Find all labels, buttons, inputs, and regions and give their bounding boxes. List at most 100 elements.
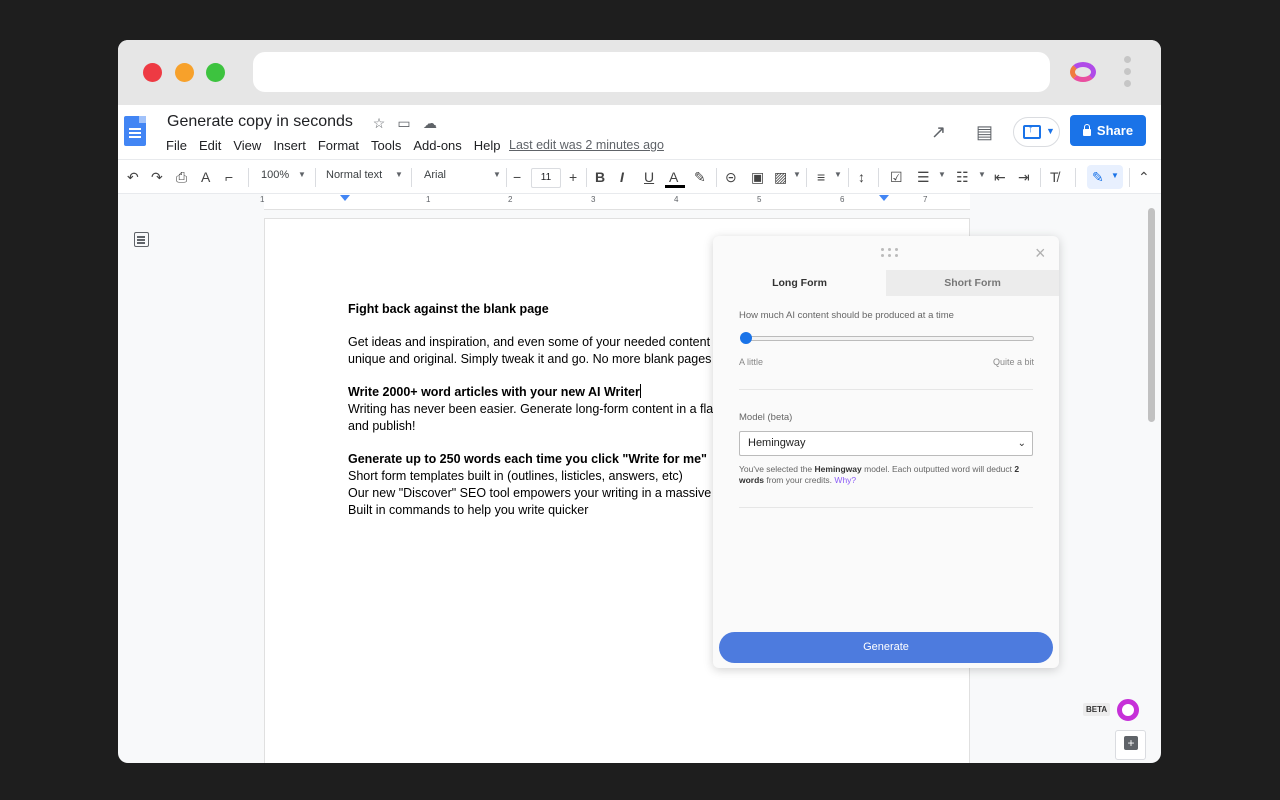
slider-label: How much AI content should be produced a… — [739, 310, 954, 321]
chevron-down-icon: ▼ — [938, 170, 946, 179]
ruler-tick: 6 — [840, 195, 845, 204]
menu-add-ons[interactable]: Add-ons — [413, 138, 467, 153]
star-icon[interactable]: ☆ — [370, 114, 388, 132]
print-icon[interactable]: ⎙ — [176, 168, 187, 186]
editing-mode-button[interactable]: ✎ ▼ — [1087, 165, 1123, 189]
cloud-status-icon[interactable]: ☁ — [421, 114, 439, 132]
ai-writer-logo-icon[interactable] — [1117, 699, 1139, 721]
decrease-font-size-icon[interactable]: − — [513, 168, 521, 186]
google-docs-logo-icon[interactable] — [124, 116, 146, 146]
chevron-down-icon: ▼ — [834, 170, 842, 179]
document-title[interactable]: Generate copy in seconds — [167, 113, 353, 131]
menu-bar: File Edit View Insert Format Tools Add-o… — [166, 138, 513, 153]
chevron-down-icon: ▼ — [395, 170, 403, 179]
maximize-window-button[interactable] — [206, 63, 225, 82]
ruler-tick: 3 — [591, 195, 596, 204]
ruler: 1 1 2 3 4 5 6 7 — [118, 194, 1161, 210]
highlight-icon[interactable]: ✎ — [694, 168, 706, 186]
activity-trend-icon[interactable]: ↗ — [931, 122, 946, 143]
present-icon — [1023, 123, 1041, 139]
ruler-tick: 1 — [426, 195, 431, 204]
chevron-down-icon: ▼ — [1046, 126, 1055, 136]
paragraph-line: Our new "Discover" SEO tool empowers you… — [348, 486, 712, 500]
last-edit-link[interactable]: Last edit was 2 minutes ago — [509, 138, 664, 152]
ruler-tick: 1 — [260, 195, 265, 204]
pencil-icon: ✎ — [1092, 169, 1104, 185]
address-bar[interactable] — [253, 52, 1050, 92]
explore-icon[interactable] — [1115, 730, 1146, 760]
ruler-tick: 2 — [508, 195, 513, 204]
spellcheck-icon[interactable]: A — [201, 168, 210, 186]
numbered-list-icon[interactable]: ☷ — [956, 168, 969, 186]
comments-icon[interactable]: ▤ — [976, 122, 993, 143]
vertical-scrollbar[interactable] — [1148, 208, 1155, 422]
right-indent-marker[interactable] — [879, 195, 889, 201]
collapse-menus-icon[interactable]: ⌃ — [1138, 168, 1150, 186]
paragraph-line: Writing has never been easier. Generate … — [348, 402, 714, 416]
insert-image-icon[interactable]: ▨ — [774, 168, 787, 186]
text-color-icon[interactable]: A — [669, 168, 678, 186]
bulleted-list-icon[interactable]: ☰ — [917, 168, 930, 186]
increase-font-size-icon[interactable]: + — [569, 168, 577, 186]
tab-short-form[interactable]: Short Form — [886, 270, 1059, 296]
ruler-tick: 5 — [757, 195, 762, 204]
docs-header: Generate copy in seconds ☆ ▭ ☁ File Edit… — [118, 105, 1161, 159]
menu-view[interactable]: View — [233, 138, 267, 153]
share-button[interactable]: Share — [1070, 115, 1146, 146]
align-icon[interactable]: ≡ — [817, 168, 825, 186]
clear-formatting-icon[interactable]: T̸ — [1050, 168, 1059, 186]
model-select-value: Hemingway — [748, 437, 806, 449]
style-select[interactable]: Normal text — [326, 169, 382, 181]
redo-icon[interactable]: ↷ — [151, 168, 163, 186]
italic-icon[interactable]: I — [620, 168, 624, 186]
paragraph-line: unique and original. Simply tweak it and… — [348, 352, 712, 366]
minimize-window-button[interactable] — [175, 63, 194, 82]
why-link[interactable]: Why? — [834, 475, 856, 485]
document-body[interactable]: Fight back against the blank page Get id… — [348, 301, 718, 519]
slider-thumb[interactable] — [740, 332, 752, 344]
zoom-select[interactable]: 100% — [261, 169, 289, 181]
close-window-button[interactable] — [143, 63, 162, 82]
menu-format[interactable]: Format — [318, 138, 365, 153]
undo-icon[interactable]: ↶ — [127, 168, 139, 186]
extension-logo-icon[interactable] — [1070, 62, 1096, 82]
present-button[interactable]: ▼ — [1013, 117, 1060, 147]
checklist-icon[interactable]: ☑ — [890, 168, 903, 186]
line-spacing-icon[interactable]: ↕ — [858, 168, 865, 186]
paragraph-line: Get ideas and inspiration, and even some… — [348, 335, 711, 349]
increase-indent-icon[interactable]: ⇥ — [1018, 168, 1030, 186]
browser-menu-icon[interactable] — [1124, 56, 1132, 90]
model-select[interactable]: Hemingway ⌄ — [739, 431, 1033, 456]
beta-badge: BETA — [1083, 703, 1111, 716]
menu-file[interactable]: File — [166, 138, 193, 153]
heading-1: Fight back against the blank page — [348, 302, 549, 316]
chevron-down-icon: ▼ — [493, 170, 501, 179]
menu-edit[interactable]: Edit — [199, 138, 227, 153]
menu-tools[interactable]: Tools — [371, 138, 407, 153]
menu-help[interactable]: Help — [474, 138, 507, 153]
close-icon[interactable]: × — [1035, 243, 1046, 264]
menu-insert[interactable]: Insert — [273, 138, 312, 153]
chevron-down-icon: ⌄ — [1017, 438, 1026, 449]
document-outline-icon[interactable] — [134, 232, 149, 247]
chevron-down-icon: ▼ — [978, 170, 986, 179]
content-amount-slider[interactable] — [743, 336, 1034, 341]
insert-link-icon[interactable]: ⊝ — [725, 168, 737, 186]
left-indent-marker[interactable] — [340, 195, 350, 201]
generate-button[interactable]: Generate — [719, 632, 1053, 663]
chevron-down-icon: ▼ — [1111, 171, 1119, 180]
paint-format-icon[interactable]: ⌐ — [225, 168, 233, 186]
browser-window: Generate copy in seconds ☆ ▭ ☁ File Edit… — [118, 40, 1161, 763]
slider-min-label: A little — [739, 357, 764, 367]
underline-icon[interactable]: U — [644, 168, 654, 186]
font-select[interactable]: Arial — [424, 169, 446, 181]
move-folder-icon[interactable]: ▭ — [395, 114, 413, 132]
heading-3: Generate up to 250 words each time you c… — [348, 452, 707, 466]
drag-handle-icon[interactable] — [881, 248, 899, 257]
decrease-indent-icon[interactable]: ⇤ — [994, 168, 1006, 186]
tab-long-form[interactable]: Long Form — [713, 270, 886, 296]
bold-icon[interactable]: B — [595, 168, 605, 186]
ruler-tick: 7 — [923, 195, 928, 204]
font-size-input[interactable]: 11 — [531, 168, 561, 188]
add-comment-icon[interactable]: ▣ — [751, 168, 764, 186]
